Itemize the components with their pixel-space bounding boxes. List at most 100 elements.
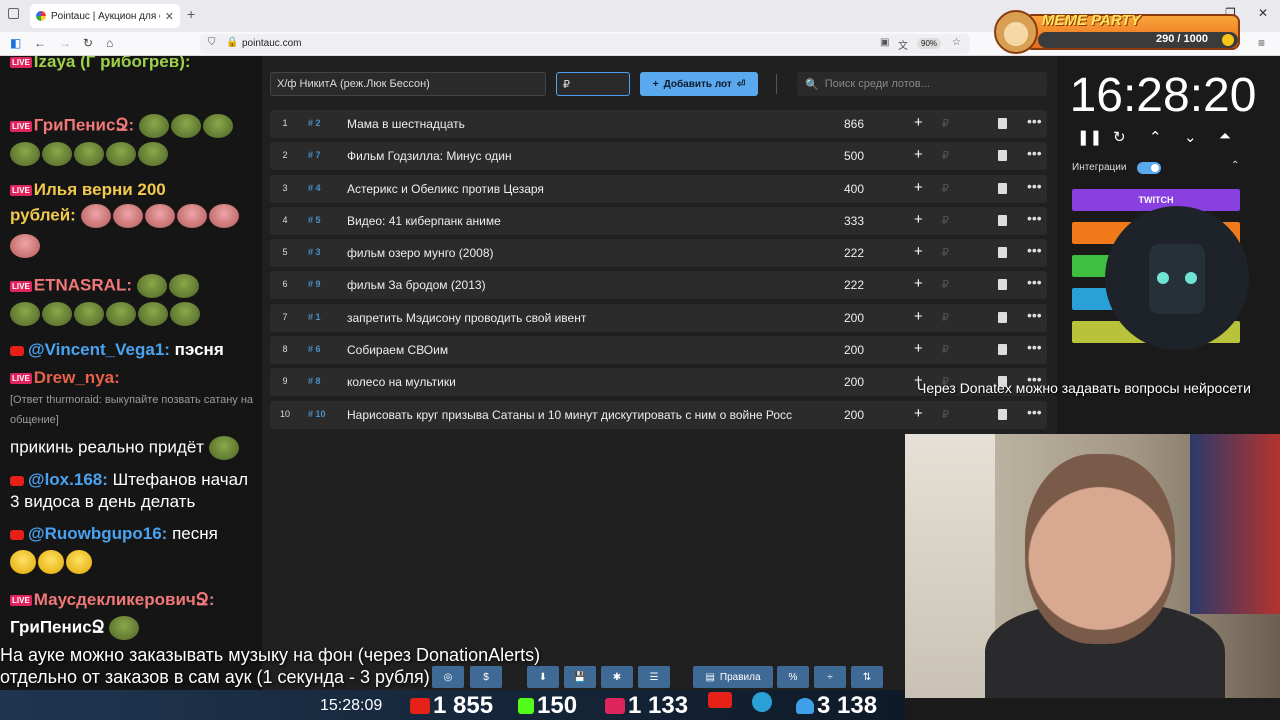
delete-icon[interactable] (998, 408, 1007, 420)
lot-amount[interactable]: 200 (790, 408, 864, 422)
bookmark-star-icon[interactable]: ☆ (952, 37, 961, 48)
add-amount-icon[interactable]: + (914, 179, 923, 196)
delete-icon[interactable] (998, 279, 1007, 291)
lot-name[interactable]: Астерикс и Обеликс против Цезаря (347, 182, 827, 196)
lot-search-input[interactable]: 🔍 Поиск среди лотов... (797, 72, 1047, 96)
reload-icon[interactable]: ↻ (83, 36, 93, 50)
browser-tab[interactable]: Pointauc | Аукцион для стрим... ✕ (30, 4, 180, 28)
save-button[interactable]: 💾 (564, 666, 596, 688)
more-icon[interactable]: ••• (1027, 274, 1042, 290)
lot-row[interactable]: 2 # 7 Фильм Годзилла: Минус один 500 + ₽ ••• (270, 142, 1047, 171)
add-amount-icon[interactable]: + (914, 243, 923, 260)
ruble-icon[interactable]: ₽ (942, 149, 949, 162)
ruble-icon[interactable]: ₽ (942, 278, 949, 291)
chevron-up-icon[interactable]: ⌃ (1231, 160, 1239, 171)
sidebar-icon[interactable]: ◧ (10, 36, 21, 50)
lot-amount-input[interactable]: ₽ (556, 72, 630, 96)
more-icon[interactable]: ••• (1027, 210, 1042, 226)
increase-time-icon[interactable]: ⌃ (1149, 128, 1162, 146)
lot-name[interactable]: Собираем СВОим (347, 343, 827, 357)
lot-amount[interactable]: 400 (790, 182, 864, 196)
percent-button[interactable]: % (777, 666, 809, 688)
integrations-header[interactable]: Интеграции ⌃ (1063, 156, 1247, 180)
add-amount-icon[interactable]: + (914, 211, 923, 228)
lot-row[interactable]: 5 # 3 фильм озеро мунго (2008) 222 + ₽ ••• (270, 239, 1047, 268)
more-icon[interactable]: ••• (1027, 307, 1042, 323)
lot-amount[interactable]: 200 (790, 375, 864, 389)
reset-icon[interactable]: ↻ (1113, 128, 1126, 146)
more-icon[interactable]: ••• (1027, 404, 1042, 420)
pause-icon[interactable]: ❚❚ (1077, 128, 1102, 146)
menu-icon[interactable]: ≡ (1258, 36, 1265, 50)
ruble-icon[interactable]: ₽ (942, 246, 949, 259)
lot-amount[interactable]: 500 (790, 149, 864, 163)
lot-name-input[interactable]: Х/ф НикитА (реж.Люк Бессон) (270, 72, 546, 96)
rules-button[interactable]: ▤ Правила (693, 666, 773, 688)
lot-row[interactable]: 1 # 2 Мама в шестнадцать 866 + ₽ ••• (270, 110, 1047, 138)
close-tab-icon[interactable]: ✕ (165, 10, 174, 23)
lot-amount[interactable]: 222 (790, 246, 864, 260)
lot-row[interactable]: 4 # 5 Видео: 41 киберпанк аниме 333 + ₽ ••• (270, 206, 1047, 235)
sort-button[interactable]: ⇅ (851, 666, 883, 688)
lot-name[interactable]: Мама в шестнадцать (347, 117, 827, 131)
decrease-time-icon[interactable]: ⌄ (1184, 128, 1197, 146)
lot-row[interactable]: 10 # 10 Нарисовать круг призыва Сатаны и 1… (270, 400, 1047, 429)
lot-row[interactable]: 3 # 4 Астерикс и Обеликс против Цезаря 400 +… (270, 174, 1047, 203)
ruble-icon[interactable]: ₽ (942, 311, 949, 324)
forward-icon[interactable]: → (59, 36, 71, 50)
lot-amount[interactable]: 222 (790, 278, 864, 292)
lot-name[interactable]: фильм озеро мунго (2008) (347, 246, 827, 260)
add-amount-icon[interactable]: + (914, 275, 923, 292)
lot-name[interactable]: Фильм Годзилла: Минус один (347, 149, 827, 163)
lot-name[interactable]: Видео: 41 киберпанк аниме (347, 214, 827, 228)
lot-amount[interactable]: 866 (790, 117, 864, 131)
lot-row[interactable]: 6 # 9 фильм За бродом (2013) 222 + ₽ ••• (270, 271, 1047, 300)
zoom-level[interactable]: 90% (917, 38, 942, 49)
delete-icon[interactable] (998, 311, 1007, 323)
delete-icon[interactable] (998, 182, 1007, 194)
lot-name[interactable]: фильм За бродом (2013) (347, 278, 827, 292)
lot-row[interactable]: 8 # 6 Собираем СВОим 200 + ₽ ••• (270, 336, 1047, 365)
lock-icon[interactable]: 🔒 (226, 37, 238, 48)
add-amount-icon[interactable]: + (914, 114, 923, 131)
more-icon[interactable]: ••• (1027, 339, 1042, 355)
translate-icon[interactable]: 文 (898, 37, 908, 52)
screenshot-icon[interactable]: ▣ (880, 37, 889, 48)
more-icon[interactable]: ••• (1027, 178, 1042, 194)
list-button[interactable]: ☰ (638, 666, 670, 688)
lot-amount[interactable]: 333 (790, 214, 864, 228)
home-icon[interactable]: ⌂ (106, 36, 113, 50)
tab-list-icon[interactable] (8, 8, 19, 19)
ruble-icon[interactable]: ₽ (942, 408, 949, 421)
ruble-icon[interactable]: ₽ (942, 182, 949, 195)
more-icon[interactable]: ••• (1027, 113, 1042, 129)
lot-amount[interactable]: 200 (790, 311, 864, 325)
lot-name[interactable]: колесо на мультики (347, 375, 827, 389)
more-icon[interactable]: ••• (1027, 242, 1042, 258)
split-button[interactable]: ÷ (814, 666, 846, 688)
ruble-icon[interactable]: ₽ (942, 117, 949, 130)
ruble-icon[interactable]: ₽ (942, 343, 949, 356)
new-tab-icon[interactable]: + (187, 6, 195, 22)
add-amount-icon[interactable]: + (914, 340, 923, 357)
url-bar[interactable]: ⛉ 🔒 pointauc.com ▣ 文 90% ☆ (200, 34, 970, 54)
add-amount-icon[interactable]: + (914, 146, 923, 163)
window-close-icon[interactable]: ✕ (1258, 6, 1268, 20)
lot-name[interactable]: запретить Мэдисону проводить свой ивент (347, 311, 827, 325)
lot-amount[interactable]: 200 (790, 343, 864, 357)
delete-icon[interactable] (998, 150, 1007, 162)
ruble-icon[interactable]: ₽ (942, 214, 949, 227)
add-lot-button[interactable]: + Добавить лот ⏎ (640, 72, 758, 96)
shield-icon[interactable]: ⛉ (208, 37, 216, 48)
double-increase-icon[interactable]: ⏶ (1219, 128, 1231, 145)
twitch-integration-button[interactable]: TWITCH (1072, 189, 1240, 211)
integrations-toggle[interactable] (1137, 162, 1161, 174)
lot-row[interactable]: 7 # 1 запретить Мэдисону проводить свой ив… (270, 303, 1047, 332)
delete-icon[interactable] (998, 247, 1007, 259)
delete-icon[interactable] (998, 118, 1007, 129)
delete-icon[interactable] (998, 344, 1007, 356)
more-icon[interactable]: ••• (1027, 145, 1042, 161)
add-amount-icon[interactable]: + (914, 308, 923, 325)
bug-button[interactable]: ✱ (601, 666, 633, 688)
delete-icon[interactable] (998, 214, 1007, 226)
